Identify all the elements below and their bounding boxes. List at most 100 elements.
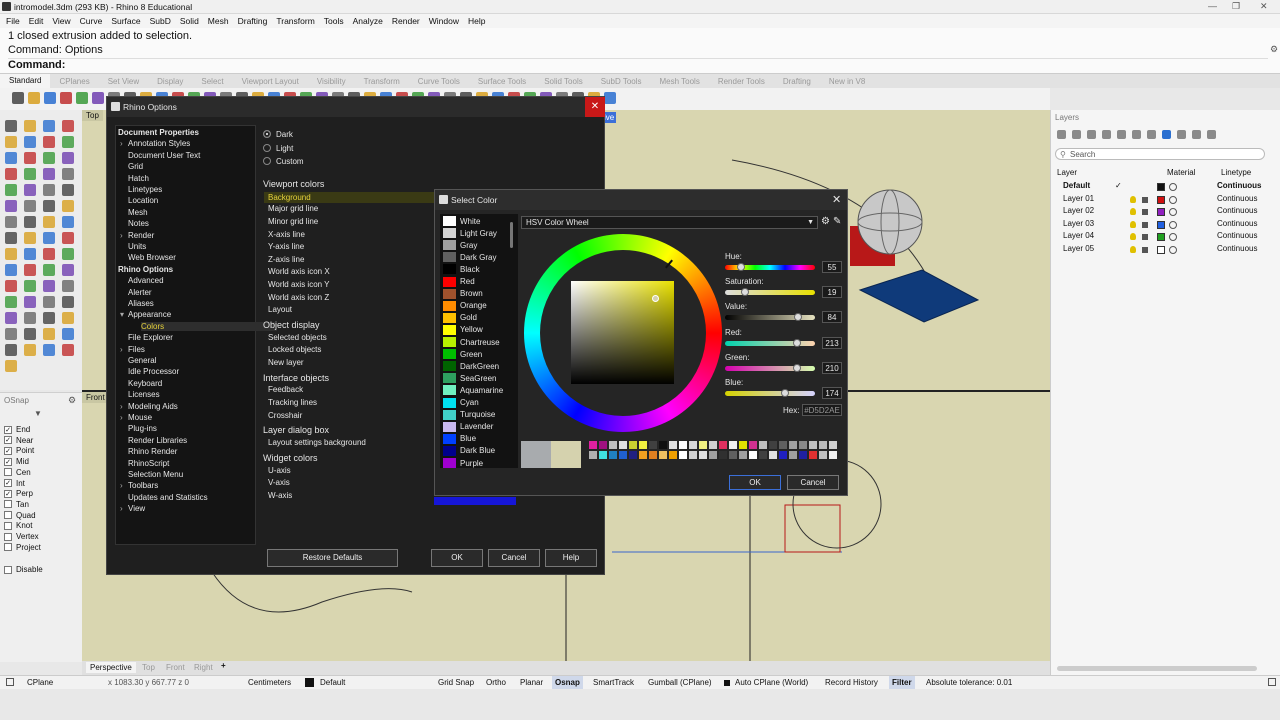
osnap-vertex[interactable]: Vertex [4, 532, 39, 541]
toolbar-tab-surface-tools[interactable]: Surface Tools [469, 77, 535, 86]
color-list-item[interactable]: DarkGreen [443, 360, 499, 372]
viewport-tab-right[interactable]: Right [190, 662, 217, 673]
menu-mesh[interactable]: Mesh [208, 16, 229, 26]
palette-swatch[interactable] [819, 451, 827, 459]
horizontal-scrollbar[interactable] [1057, 666, 1257, 671]
osnap-disable[interactable]: Disable [4, 565, 43, 574]
color-item-world-axis-icon-y[interactable]: World axis icon Y [268, 280, 330, 289]
color-item-y-axis-line[interactable]: Y-axis line [268, 242, 304, 251]
lock-icon[interactable] [1142, 247, 1148, 253]
layer-linetype[interactable]: Continuous [1217, 219, 1257, 228]
modeling-tool-icon[interactable] [43, 120, 55, 132]
layer-linetype[interactable]: Continuous [1217, 244, 1257, 253]
material-icon[interactable] [1169, 233, 1177, 242]
layer-tool-icon[interactable] [1057, 130, 1066, 139]
layer-tool-icon[interactable] [1162, 130, 1171, 139]
palette-swatch[interactable] [769, 451, 777, 459]
palette-swatch[interactable] [599, 441, 607, 449]
material-icon[interactable] [1169, 208, 1177, 217]
color-ok-button[interactable]: OK [729, 475, 781, 490]
modeling-tool-icon[interactable] [5, 184, 17, 196]
color-item-world-axis-icon-z[interactable]: World axis icon Z [268, 293, 329, 302]
tree-item-view[interactable]: › View [120, 504, 145, 513]
color-item-major-grid-line[interactable]: Major grid line [268, 204, 318, 213]
status-cplane[interactable]: CPlane [27, 678, 53, 687]
palette-swatch[interactable] [719, 451, 727, 459]
layer-name[interactable]: Layer 04 [1063, 231, 1094, 240]
lock-icon[interactable] [1142, 196, 1148, 203]
color-item-new-layer[interactable]: New layer [268, 358, 304, 367]
palette-swatch[interactable] [679, 441, 687, 449]
color-item-minor-grid-line[interactable]: Minor grid line [268, 217, 318, 226]
palette-swatch[interactable] [779, 451, 787, 459]
tree-item-rhino-options[interactable]: Rhino Options [118, 265, 173, 274]
record-history-toggle[interactable]: Record History [825, 678, 878, 687]
palette-swatch[interactable] [609, 451, 617, 459]
palette-swatch[interactable] [599, 451, 607, 459]
osnap-tan[interactable]: Tan [4, 500, 29, 509]
modeling-tool-icon[interactable] [24, 312, 36, 324]
color-item-u-axis[interactable]: U-axis [268, 466, 291, 475]
color-item-selected-objects[interactable]: Selected objects [268, 333, 327, 342]
saturation-value-input[interactable]: 19 [822, 286, 842, 299]
palette-swatch[interactable] [609, 441, 617, 449]
palette-swatch[interactable] [749, 451, 757, 459]
lock-icon[interactable] [1142, 234, 1148, 241]
toolbar-tool-icon[interactable] [76, 92, 88, 104]
modeling-tool-icon[interactable] [5, 200, 17, 212]
menu-transform[interactable]: Transform [276, 16, 314, 26]
palette-swatch[interactable] [789, 451, 797, 459]
color-item-locked-objects[interactable]: Locked objects [268, 345, 321, 354]
color-list-item[interactable]: Purple [443, 457, 483, 468]
menu-view[interactable]: View [52, 16, 70, 26]
toolbar-tool-icon[interactable] [12, 92, 24, 104]
modeling-tool-icon[interactable] [62, 296, 74, 308]
toolbar-tab-viewport-layout[interactable]: Viewport Layout [233, 77, 308, 86]
menu-analyze[interactable]: Analyze [353, 16, 383, 26]
modeling-tool-icon[interactable] [24, 152, 36, 164]
lightbulb-icon[interactable] [1130, 195, 1136, 203]
viewport-tab-perspective[interactable]: Perspective [86, 662, 136, 673]
modeling-tool-icon[interactable] [5, 232, 17, 244]
modeling-tool-icon[interactable] [5, 312, 17, 324]
toolbar-tab-curve-tools[interactable]: Curve Tools [409, 77, 469, 86]
modeling-tool-icon[interactable] [5, 216, 17, 228]
tree-item-modeling-aids[interactable]: › Modeling Aids [120, 402, 178, 411]
color-list-item[interactable]: Dark Blue [443, 445, 495, 457]
color-list-item[interactable]: SeaGreen [443, 372, 496, 384]
layer-tool-icon[interactable] [1132, 130, 1141, 139]
modeling-tool-icon[interactable] [62, 248, 74, 260]
osnap-mid[interactable]: ✓ Mid [4, 457, 29, 466]
modeling-tool-icon[interactable] [24, 280, 36, 292]
autocplane-toggle[interactable]: Auto CPlane (World) [735, 678, 808, 687]
color-item-feedback[interactable]: Feedback [268, 385, 303, 394]
menu-subd[interactable]: SubD [150, 16, 171, 26]
modeling-tool-icon[interactable] [62, 312, 74, 324]
tree-item-aliases[interactable]: Aliases [128, 299, 154, 308]
lightbulb-icon[interactable] [1130, 233, 1136, 241]
green-value-input[interactable]: 210 [822, 361, 842, 374]
color-item-world-axis-icon-x[interactable]: World axis icon X [268, 267, 330, 276]
color-list-item[interactable]: Chartreuse [443, 336, 500, 348]
osnap-cen[interactable]: Cen [4, 468, 31, 477]
modeling-tool-icon[interactable] [24, 232, 36, 244]
color-list-item[interactable]: Blue [443, 433, 476, 445]
gumball-toggle[interactable]: Gumball (CPlane) [648, 678, 712, 687]
palette-swatch[interactable] [689, 451, 697, 459]
radio-icon[interactable] [263, 143, 271, 152]
layer-tool-icon[interactable] [1102, 130, 1111, 139]
tree-item-keyboard[interactable]: Keyboard [128, 379, 162, 388]
modeling-tool-icon[interactable] [5, 264, 17, 276]
menu-solid[interactable]: Solid [180, 16, 199, 26]
value-value-input[interactable]: 84 [822, 311, 842, 324]
help-button[interactable]: Help [545, 549, 597, 567]
color-list-item[interactable]: Lavender [443, 421, 493, 433]
tree-item-idle-processor[interactable]: Idle Processor [128, 367, 179, 376]
viewport-tab-top[interactable]: Top [138, 662, 159, 673]
color-list-item[interactable]: Yellow [443, 324, 483, 336]
color-item-x-axis-line[interactable]: X-axis line [268, 230, 305, 239]
palette-swatch[interactable] [649, 441, 657, 449]
material-icon[interactable] [1169, 183, 1177, 191]
toolbar-tool-icon[interactable] [60, 92, 72, 104]
chevron-right-icon[interactable]: › [120, 504, 123, 513]
